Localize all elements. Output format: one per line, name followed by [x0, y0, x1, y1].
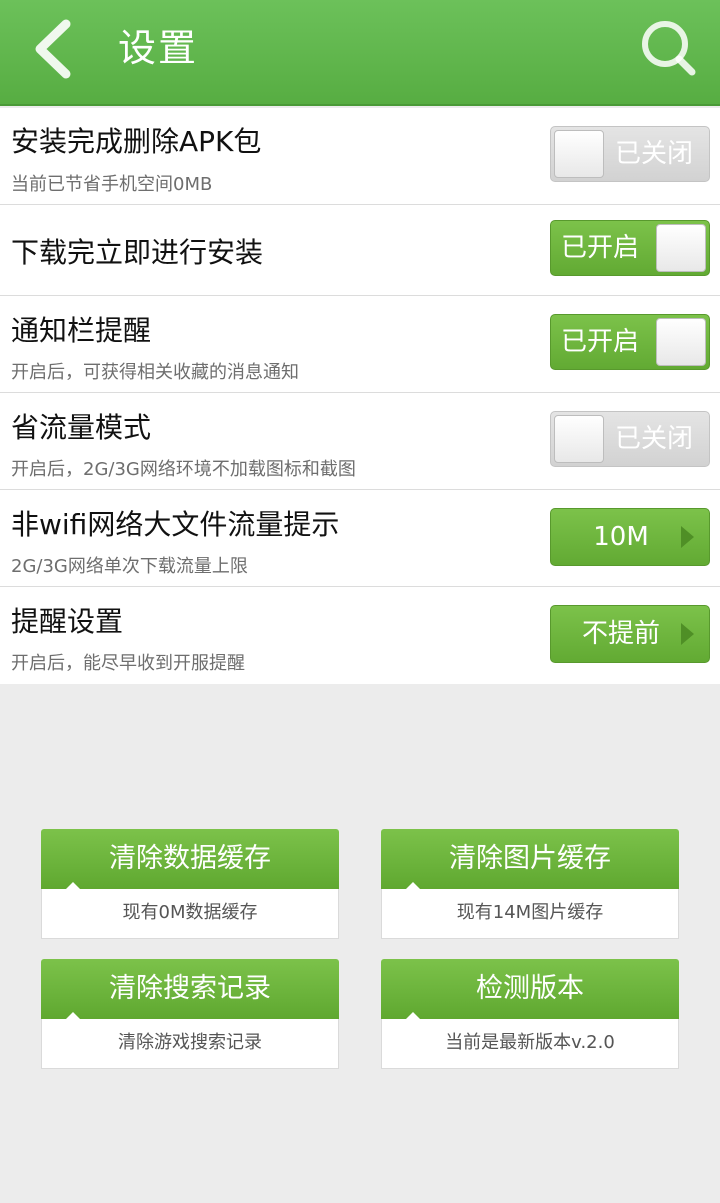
action-label: 检测版本 — [476, 973, 584, 1004]
app-header: 设置 — [0, 0, 720, 106]
toggle-label: 已开启 — [561, 233, 640, 263]
toggle-knob — [656, 224, 706, 272]
chevron-right-icon — [681, 623, 694, 645]
size-limit-select[interactable]: 10M — [550, 508, 710, 566]
toggle-delete-apk[interactable]: 已关闭 — [550, 126, 710, 182]
setting-desc: 2G/3G网络单次下载流量上限 — [11, 556, 248, 577]
reminder-select[interactable]: 不提前 — [550, 605, 710, 663]
toggle-label: 已关闭 — [615, 139, 694, 169]
clear-search-history-button[interactable]: 清除搜索记录 — [41, 959, 339, 1020]
setting-desc: 当前已节省手机空间0MB — [11, 174, 213, 195]
check-version-button[interactable]: 检测版本 — [381, 959, 679, 1020]
setting-large-file-warning: 非wifi网络大文件流量提示 2G/3G网络单次下载流量上限 10M — [0, 490, 720, 587]
action-label: 清除搜索记录 — [109, 973, 271, 1004]
select-value: 不提前 — [581, 619, 660, 649]
setting-title: 下载完立即进行安装 — [11, 236, 264, 269]
setting-auto-install: 下载完立即进行安装 已开启 — [0, 205, 720, 296]
setting-title: 省流量模式 — [11, 411, 152, 444]
action-card-clear-search: 清除搜索记录 清除游戏搜索记录 — [41, 959, 339, 1069]
action-info: 清除游戏搜索记录 — [41, 1019, 339, 1069]
action-info: 现有0M数据缓存 — [41, 889, 339, 939]
setting-delete-apk: 安装完成删除APK包 当前已节省手机空间0MB 已关闭 — [0, 108, 720, 205]
toggle-auto-install[interactable]: 已开启 — [550, 220, 710, 276]
setting-title: 非wifi网络大文件流量提示 — [11, 508, 340, 541]
search-button[interactable] — [634, 12, 704, 82]
settings-list: 安装完成删除APK包 当前已节省手机空间0MB 已关闭 下载完立即进行安装 已开… — [0, 108, 720, 684]
clear-data-cache-button[interactable]: 清除数据缓存 — [41, 829, 339, 890]
action-label: 清除数据缓存 — [109, 843, 271, 874]
clear-image-cache-button[interactable]: 清除图片缓存 — [381, 829, 679, 890]
action-info: 当前是最新版本v.2.0 — [381, 1019, 679, 1069]
toggle-data-saver[interactable]: 已关闭 — [550, 411, 710, 467]
page-title: 设置 — [118, 26, 199, 70]
toggle-notification[interactable]: 已开启 — [550, 314, 710, 370]
toggle-label: 已关闭 — [615, 424, 694, 454]
setting-desc: 开启后，2G/3G网络环境不加载图标和截图 — [11, 459, 356, 480]
search-icon — [642, 21, 696, 76]
toggle-label: 已开启 — [561, 327, 640, 357]
setting-notification: 通知栏提醒 开启后，可获得相关收藏的消息通知 已开启 — [0, 296, 720, 393]
action-label: 清除图片缓存 — [449, 843, 611, 874]
setting-title: 安装完成删除APK包 — [11, 125, 262, 158]
action-info: 现有14M图片缓存 — [381, 889, 679, 939]
action-card-clear-images: 清除图片缓存 现有14M图片缓存 — [381, 829, 679, 939]
select-value: 10M — [593, 522, 649, 552]
chevron-left-icon — [35, 19, 71, 79]
setting-title: 提醒设置 — [11, 605, 124, 638]
setting-desc: 开启后，能尽早收到开服提醒 — [11, 653, 245, 674]
back-button[interactable] — [22, 14, 92, 84]
toggle-knob — [554, 415, 604, 463]
toggle-knob — [656, 318, 706, 366]
toggle-knob — [554, 130, 604, 178]
setting-desc: 开启后，可获得相关收藏的消息通知 — [11, 362, 299, 383]
action-card-clear-data: 清除数据缓存 现有0M数据缓存 — [41, 829, 339, 939]
setting-data-saver: 省流量模式 开启后，2G/3G网络环境不加载图标和截图 已关闭 — [0, 393, 720, 490]
setting-reminder: 提醒设置 开启后，能尽早收到开服提醒 不提前 — [0, 587, 720, 684]
chevron-right-icon — [681, 526, 694, 548]
setting-title: 通知栏提醒 — [11, 314, 152, 347]
action-card-check-version: 检测版本 当前是最新版本v.2.0 — [381, 959, 679, 1069]
